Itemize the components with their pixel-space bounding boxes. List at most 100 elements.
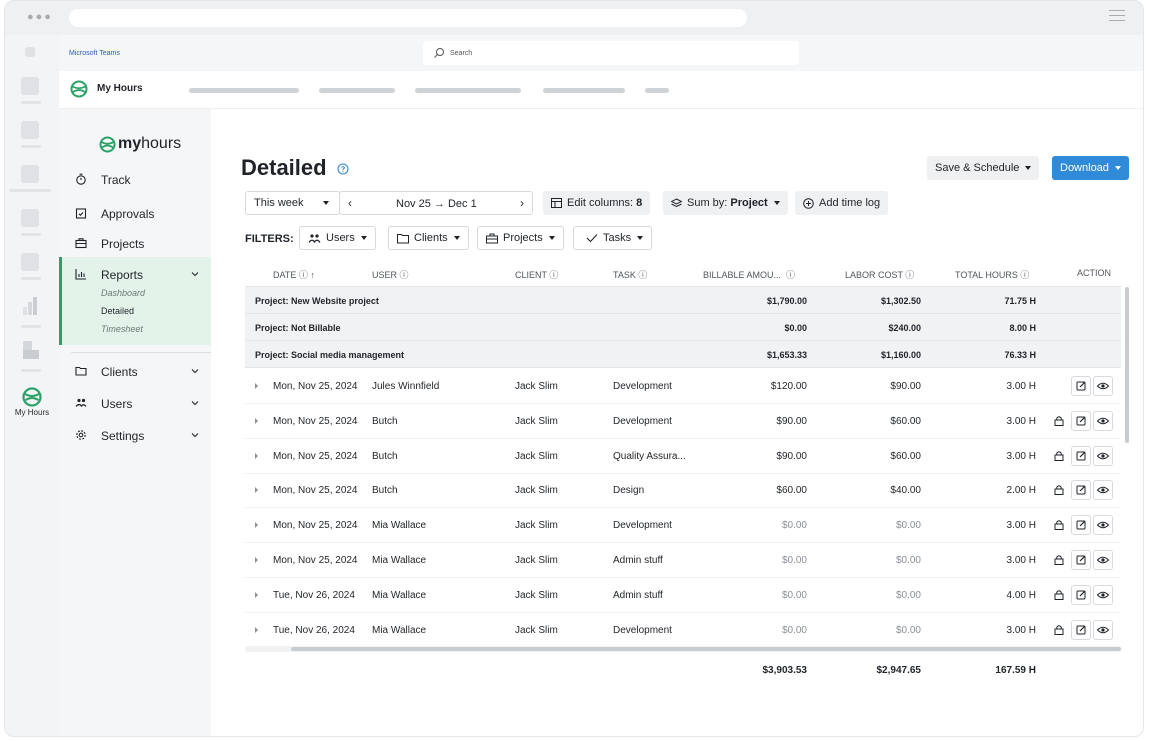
project-group-row[interactable]: Project: Social media management $1,653.3… <box>245 341 1121 368</box>
edit-entry-button[interactable] <box>1071 515 1091 536</box>
expand-row-icon[interactable] <box>255 557 258 563</box>
row-client: Jack Slim <box>515 624 558 636</box>
window-controls-icon[interactable]: ●●● <box>27 11 53 23</box>
table-row[interactable]: Tue, Nov 26, 2024 Mia Wallace Jack Slim Adm… <box>245 578 1121 613</box>
expand-row-icon[interactable] <box>255 522 258 529</box>
expand-row-icon[interactable] <box>255 487 258 494</box>
table-row[interactable]: Mon, Nov 25, 2024 Butch Jack Slim Design $60… <box>245 473 1121 509</box>
table-row[interactable]: Mon, Nov 25, 2024 Jules Winnfield Jack Sli… <box>245 369 1121 404</box>
help-icon[interactable] <box>337 163 349 175</box>
column-header-user[interactable]: USER ⓘ <box>372 268 409 281</box>
rail-placeholder-icon[interactable] <box>21 121 39 139</box>
rail-placeholder-icon[interactable] <box>21 77 39 95</box>
sum-by-label: Sum by: <box>687 197 728 209</box>
vertical-scrollbar[interactable] <box>1125 287 1129 443</box>
sidebar-item-settings[interactable]: Settings <box>59 425 211 447</box>
tab-placeholder[interactable] <box>543 88 625 93</box>
tab-placeholder[interactable] <box>319 88 395 93</box>
caret-down-icon <box>1025 166 1032 170</box>
save-schedule-button[interactable]: Save & Schedule <box>927 156 1040 180</box>
row-billable: $0.00 <box>781 624 807 636</box>
next-week-icon[interactable]: › <box>520 196 524 210</box>
filter-tasks-button[interactable]: Tasks <box>573 226 653 250</box>
filter-clients-button[interactable]: Clients <box>388 226 469 250</box>
add-time-log-button[interactable]: Add time log <box>795 191 889 215</box>
filter-projects-button[interactable]: Projects <box>477 226 564 250</box>
previous-week-icon[interactable]: ‹ <box>348 196 352 210</box>
rail-placeholder-icon[interactable] <box>21 209 39 227</box>
expand-row-icon[interactable] <box>255 591 258 598</box>
column-header-client[interactable]: CLIENT ⓘ <box>515 268 558 281</box>
sidebar-item-approvals[interactable]: Approvals <box>59 203 211 225</box>
calendar-check-icon <box>75 208 87 219</box>
view-entry-button[interactable] <box>1093 550 1113 570</box>
teams-search-input[interactable]: Search <box>423 41 799 65</box>
teams-title: Microsoft Teams <box>69 50 120 57</box>
edit-entry-button[interactable] <box>1071 445 1091 466</box>
sidebar-item-clients[interactable]: Clients <box>59 361 211 383</box>
view-entry-button[interactable] <box>1093 376 1113 396</box>
hamburger-menu-icon[interactable] <box>1109 10 1125 24</box>
view-entry-button[interactable] <box>1093 584 1113 605</box>
sidebar-subitem-dashboard[interactable]: Dashboard <box>101 288 145 298</box>
rail-placeholder-icon[interactable] <box>21 165 39 183</box>
eye-icon <box>1096 626 1110 633</box>
sidebar-subitem-timesheet[interactable]: Timesheet <box>101 324 143 334</box>
table-row[interactable]: Tue, Nov 26, 2024 Mia Wallace Jack Slim Dev… <box>245 613 1121 648</box>
column-header-date[interactable]: DATE ⓘ ↑ <box>273 268 315 281</box>
view-entry-button[interactable] <box>1093 410 1113 431</box>
rail-chart-icon[interactable] <box>23 297 37 315</box>
scrollbar-thumb[interactable] <box>291 647 1121 651</box>
rail-document-icon[interactable] <box>23 341 39 359</box>
view-entry-button[interactable] <box>1093 619 1113 640</box>
tab-placeholder[interactable] <box>645 88 669 93</box>
edit-entry-button[interactable] <box>1071 376 1091 396</box>
filter-users-button[interactable]: Users <box>299 226 376 250</box>
table-row[interactable]: Mon, Nov 25, 2024 Mia Wallace Jack Slim Dev… <box>245 508 1121 544</box>
sidebar-subitem-detailed[interactable]: Detailed <box>101 306 134 316</box>
sidebar-item-reports[interactable]: Reports <box>59 264 211 286</box>
column-header-billable[interactable]: BILLABLE AMOU... ⓘ <box>703 268 795 281</box>
expand-row-icon[interactable] <box>255 626 258 633</box>
edit-entry-button[interactable] <box>1071 480 1091 501</box>
expand-row-icon[interactable] <box>255 383 258 389</box>
edit-entry-button[interactable] <box>1071 619 1091 640</box>
column-header-hours[interactable]: TOTAL HOURS ⓘ <box>955 268 1029 281</box>
view-entry-button[interactable] <box>1093 480 1113 501</box>
project-group-row[interactable]: Project: New Website project $1,790.00 $1,… <box>245 287 1121 314</box>
sidebar-item-label: Reports <box>101 268 144 282</box>
sidebar-item-label: Projects <box>101 237 145 251</box>
sum-by-button[interactable]: Sum by: Project <box>663 191 788 215</box>
sidebar-item-users[interactable]: Users <box>59 393 211 415</box>
expand-row-icon[interactable] <box>255 452 258 459</box>
tab-placeholder[interactable] <box>415 88 521 93</box>
sidebar-item-label: Users <box>101 397 133 411</box>
caret-down-icon <box>360 236 367 240</box>
address-bar[interactable] <box>69 9 747 27</box>
edit-columns-button[interactable]: Edit columns: 8 <box>543 191 651 215</box>
rail-placeholder-icon[interactable] <box>21 253 39 271</box>
project-group-row[interactable]: Project: Not Billable $0.00 $240.00 8.00 H <box>245 314 1121 341</box>
horizontal-scrollbar[interactable] <box>245 646 1121 652</box>
view-entry-button[interactable] <box>1093 445 1113 466</box>
caret-down-icon <box>323 201 329 205</box>
caret-down-icon <box>637 236 644 240</box>
edit-entry-button[interactable] <box>1071 410 1091 431</box>
header-label: USER <box>372 270 398 280</box>
edit-entry-button[interactable] <box>1071 550 1091 570</box>
column-header-task[interactable]: TASK ⓘ <box>613 268 647 281</box>
view-entry-button[interactable] <box>1093 515 1113 536</box>
edit-entry-button[interactable] <box>1071 584 1091 605</box>
rail-my-hours-app[interactable]: My Hours <box>9 387 55 417</box>
table-row[interactable]: Mon, Nov 25, 2024 Butch Jack Slim Quality A… <box>245 439 1121 474</box>
download-button[interactable]: Download <box>1052 156 1129 180</box>
table-row[interactable]: Mon, Nov 25, 2024 Mia Wallace Jack Slim Adm… <box>245 543 1121 578</box>
expand-row-icon[interactable] <box>255 417 258 424</box>
tab-placeholder[interactable] <box>189 88 299 93</box>
sidebar-item-track[interactable]: Track <box>59 169 211 191</box>
table-row[interactable]: Mon, Nov 25, 2024 Butch Jack Slim Developme… <box>245 404 1121 439</box>
column-header-labor[interactable]: LABOR COST ⓘ <box>845 268 914 281</box>
sidebar-item-projects[interactable]: Projects <box>59 233 211 255</box>
period-select[interactable]: This week <box>245 191 340 215</box>
group-labor: $1,160.00 <box>880 350 921 360</box>
